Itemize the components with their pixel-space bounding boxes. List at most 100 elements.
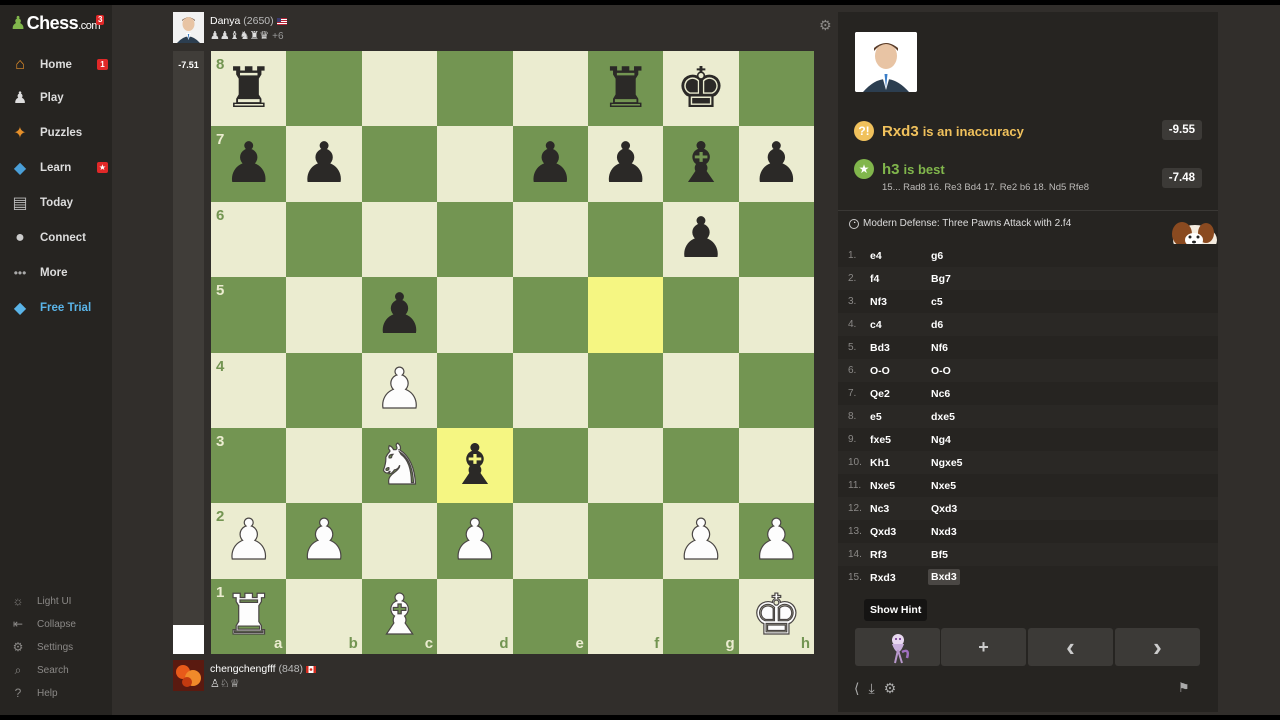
white-move[interactable]: fxe5 [870,434,891,446]
black-pawn-icon[interactable]: ♟ [211,126,286,201]
black-bishop-icon[interactable]: ♝ [663,126,738,201]
nav-puzzles[interactable]: ✦ Puzzles [10,120,110,146]
square-f4[interactable] [587,352,664,428]
white-move[interactable]: Kh1 [870,457,890,469]
square-a6[interactable]: 6 [211,201,287,278]
black-move[interactable]: g6 [931,250,943,262]
square-f7[interactable]: ♟ [587,126,664,202]
top-player-avatar[interactable] [173,12,204,43]
white-pawn-icon[interactable]: ♟ [362,353,437,428]
square-d8[interactable] [437,51,513,127]
square-g6[interactable]: ♟ [663,201,739,278]
black-rook-icon[interactable]: ♜ [588,51,663,126]
square-b8[interactable] [286,51,362,127]
square-c2[interactable] [361,503,438,579]
square-b3[interactable] [286,427,362,504]
square-h5[interactable] [738,277,814,353]
square-c4[interactable]: ♟ [361,352,438,428]
white-pawn-icon[interactable]: ♟ [663,503,738,578]
opening-name[interactable]: ◔ Modern Defense: Three Pawns Attack with… [849,218,1071,229]
black-pawn-icon[interactable]: ♟ [513,126,588,201]
square-a1[interactable]: 1 a ♜ [211,578,287,654]
black-move[interactable]: Nf6 [931,342,948,354]
top-player-name[interactable]: Danya (2650) [210,15,287,27]
square-b7[interactable]: ♟ [286,126,362,202]
bottom-player-name[interactable]: chengchengfff (848) [210,663,317,675]
white-king-icon[interactable]: ♚ [739,579,814,654]
square-a4[interactable]: 4 [211,352,287,428]
white-move[interactable]: Rf3 [870,549,887,561]
square-e1[interactable]: e [512,578,588,654]
white-pawn-icon[interactable]: ♟ [437,503,512,578]
square-g1[interactable]: g [663,578,739,654]
square-e5[interactable] [512,277,588,353]
square-f3[interactable] [587,427,664,504]
square-h6[interactable] [738,201,814,278]
white-move[interactable]: Nf3 [870,296,887,308]
light-ui-toggle[interactable]: ☼ Light UI [10,592,72,610]
black-pawn-icon[interactable]: ♟ [739,126,814,201]
square-e2[interactable] [512,503,588,579]
square-d5[interactable] [437,277,513,353]
square-g3[interactable] [663,427,739,504]
white-move[interactable]: O-O [870,365,890,377]
settings-link[interactable]: ⚙ Settings [10,638,74,656]
square-d7[interactable] [437,126,513,202]
square-f5[interactable] [587,277,664,353]
black-king-icon[interactable]: ♚ [663,51,738,126]
white-move[interactable]: Nc3 [870,503,889,515]
square-h4[interactable] [738,352,814,428]
black-move[interactable]: c5 [931,296,943,308]
square-e3[interactable] [512,427,588,504]
bottom-player-avatar[interactable] [173,660,204,691]
square-b2[interactable]: ♟ [286,503,362,579]
board-settings-gear-icon[interactable]: ⚙ [819,17,832,34]
black-move[interactable]: Ng4 [931,434,951,446]
black-move[interactable]: Qxd3 [931,503,957,515]
square-d3[interactable]: ♝ [437,427,513,504]
nav-today[interactable]: ▤ Today [10,190,110,216]
square-c3[interactable]: ♞ [361,427,438,504]
white-move[interactable]: Qxd3 [870,526,896,538]
square-h7[interactable]: ♟ [738,126,814,202]
square-h2[interactable]: ♟ [738,503,814,579]
white-move[interactable]: f4 [870,273,879,285]
black-move[interactable]: Bf5 [931,549,948,561]
nav-connect[interactable]: ● Connect [10,225,110,251]
square-d2[interactable]: ♟ [437,503,513,579]
add-button[interactable]: + [941,628,1026,666]
square-e6[interactable] [512,201,588,278]
square-f2[interactable] [587,503,664,579]
black-pawn-icon[interactable]: ♟ [663,202,738,277]
white-knight-icon[interactable]: ♞ [362,428,437,503]
next-move-button[interactable]: › [1115,628,1200,666]
chess-board[interactable]: 8 ♜ ♜ ♚ 7 ♟ ♟ ♟ ♟ ♝ ♟ 6 ♟ 5 ♟ 4 ♟ 3 ♞ ♝ 2 ♟ ♟ ♟ ♟ ♟ 1 a ♜ b c ♝ d e f g h ♚ [211,51,814,654]
square-g8[interactable]: ♚ [663,51,739,127]
square-b6[interactable] [286,201,362,278]
black-move[interactable]: Nxe5 [931,480,956,492]
download-icon[interactable]: ⤓ [868,680,874,697]
square-c8[interactable] [361,51,438,127]
black-pawn-icon[interactable]: ♟ [362,277,437,352]
white-bishop-icon[interactable]: ♝ [362,579,437,654]
white-move[interactable]: Rxd3 [870,572,896,584]
black-pawn-icon[interactable]: ♟ [588,126,663,201]
collapse-button[interactable]: ⇤ Collapse [10,615,76,633]
black-pawn-icon[interactable]: ♟ [286,126,361,201]
square-a2[interactable]: 2 ♟ [211,503,287,579]
square-e8[interactable] [512,51,588,127]
square-f6[interactable] [587,201,664,278]
square-a3[interactable]: 3 [211,427,287,504]
nav-play[interactable]: ♟ Play [10,85,110,111]
black-move[interactable]: Nxd3 [931,526,957,538]
square-a5[interactable]: 5 [211,277,287,353]
white-move[interactable]: Nxe5 [870,480,895,492]
square-b4[interactable] [286,352,362,428]
black-move[interactable]: d6 [931,319,943,331]
square-g7[interactable]: ♝ [663,126,739,202]
square-e4[interactable] [512,352,588,428]
square-g4[interactable] [663,352,739,428]
white-pawn-icon[interactable]: ♟ [211,503,286,578]
white-move[interactable]: e4 [870,250,882,262]
square-d6[interactable] [437,201,513,278]
